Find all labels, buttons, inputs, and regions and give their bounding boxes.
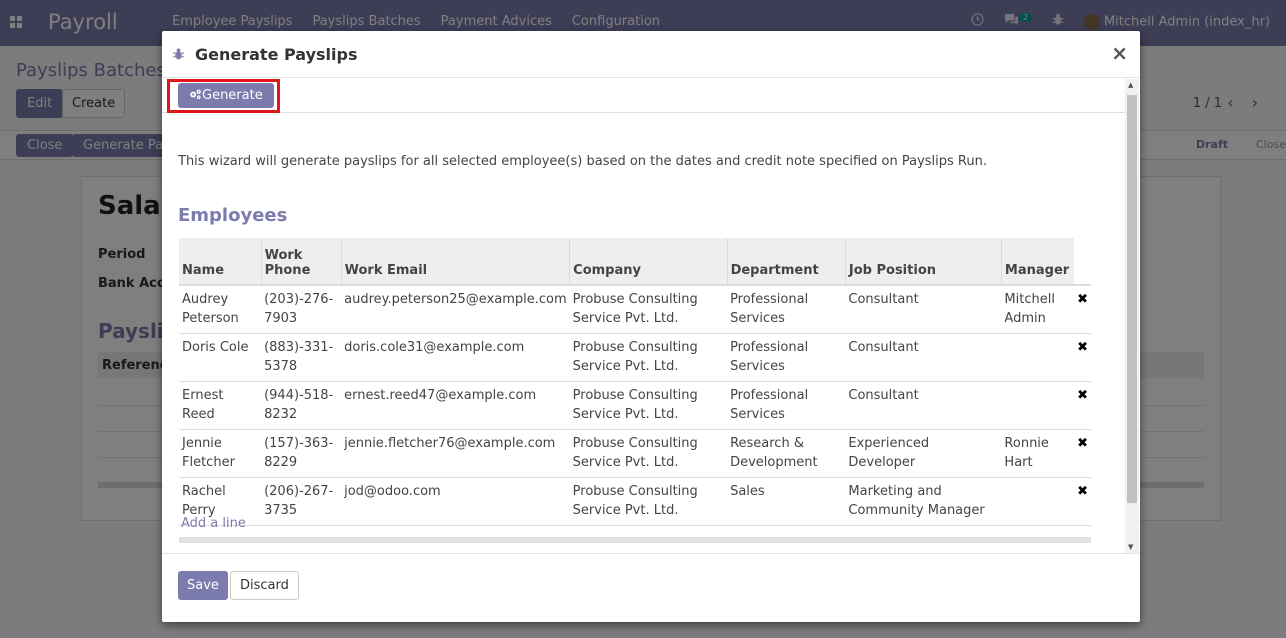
employees-table: Name Work Phone Work Email Company Depar… [179,238,1091,526]
modal-title: Generate Payslips [195,45,358,64]
delete-row-icon[interactable]: ✖ [1074,477,1091,526]
cell-department[interactable]: Professional Services [727,285,846,334]
cell-manager[interactable]: Mitchell Admin [1001,285,1075,334]
col-delete [1074,238,1091,286]
scroll-up-icon[interactable]: ▲ [1128,81,1133,89]
cell-email[interactable]: jod@odoo.com [341,477,570,526]
generate-payslips-dialog: Generate Payslips × Generate This wizard… [162,31,1140,622]
modal-body: Generate This wizard will generate paysl… [162,79,1140,553]
cell-manager[interactable] [1001,333,1075,382]
col-work-email[interactable]: Work Email [340,238,570,286]
cell-job[interactable]: Marketing and Community Manager [845,477,1002,526]
table-row[interactable]: Ernest Reed (944)-518-8232 ernest.reed47… [179,381,1091,430]
cell-manager[interactable]: Ronnie Hart [1001,429,1075,478]
cell-department[interactable]: Professional Services [727,381,846,430]
cell-department[interactable]: Professional Services [727,333,846,382]
cell-email[interactable]: jennie.fletcher76@example.com [341,429,570,478]
table-row[interactable]: Audrey Peterson (203)-276-7903 audrey.pe… [179,285,1091,334]
cell-email[interactable]: ernest.reed47@example.com [341,381,570,430]
modal-header: Generate Payslips × [162,31,1140,78]
close-icon[interactable]: × [1111,41,1128,65]
wizard-header: Generate [162,79,1125,113]
cell-phone[interactable]: (203)-276-7903 [261,285,342,334]
cell-name[interactable]: Jennie Fletcher [179,429,262,478]
table-row[interactable]: Jennie Fletcher (157)-363-8229 jennie.fl… [179,429,1091,478]
col-work-phone[interactable]: Work Phone [260,238,342,286]
cell-job[interactable]: Experienced Developer [845,429,1002,478]
cell-name[interactable]: Ernest Reed [179,381,262,430]
cell-name[interactable]: Doris Cole [179,333,262,382]
cell-company[interactable]: Probuse Consulting Service Pvt. Ltd. [569,285,728,334]
table-row[interactable]: Rachel Perry (206)-267-3735 jod@odoo.com… [179,477,1091,526]
col-company[interactable]: Company [569,238,728,286]
cell-email[interactable]: audrey.peterson25@example.com [341,285,570,334]
generate-label: Generate [202,88,263,103]
modal-scrollbar[interactable]: ▲ ▼ [1125,79,1139,553]
cell-phone[interactable]: (206)-267-3735 [261,477,342,526]
delete-row-icon[interactable]: ✖ [1074,381,1091,430]
gears-icon [190,89,201,100]
cell-email[interactable]: doris.cole31@example.com [341,333,570,382]
cell-job[interactable]: Consultant [845,285,1002,334]
employees-section-title: Employees [178,205,288,226]
cell-job[interactable]: Consultant [845,381,1002,430]
table-header-row: Name Work Phone Work Email Company Depar… [179,238,1091,286]
cell-phone[interactable]: (944)-518-8232 [261,381,342,430]
col-name[interactable]: Name [179,238,262,286]
cell-company[interactable]: Probuse Consulting Service Pvt. Ltd. [569,429,728,478]
cell-company[interactable]: Probuse Consulting Service Pvt. Ltd. [569,477,728,526]
col-department[interactable]: Department [726,238,846,286]
delete-row-icon[interactable]: ✖ [1074,333,1091,382]
wizard-description: This wizard will generate payslips for a… [178,154,987,169]
delete-row-icon[interactable]: ✖ [1074,285,1091,334]
add-line-link[interactable]: Add a line [181,516,246,531]
col-manager[interactable]: Manager [1000,238,1075,286]
generate-button[interactable]: Generate [178,83,274,108]
col-job-position[interactable]: Job Position [844,238,1002,286]
scrollbar-thumb[interactable] [1127,95,1137,503]
cell-company[interactable]: Probuse Consulting Service Pvt. Ltd. [569,333,728,382]
cell-manager[interactable] [1001,381,1075,430]
table-footer [179,537,1091,543]
cell-department[interactable]: Research & Development [727,429,846,478]
scroll-down-icon[interactable]: ▼ [1128,543,1133,551]
cell-company[interactable]: Probuse Consulting Service Pvt. Ltd. [569,381,728,430]
delete-row-icon[interactable]: ✖ [1074,429,1091,478]
cell-department[interactable]: Sales [727,477,846,526]
cell-phone[interactable]: (157)-363-8229 [261,429,342,478]
cell-phone[interactable]: (883)-331-5378 [261,333,342,382]
discard-button[interactable]: Discard [230,571,299,600]
modal-footer: Save Discard [162,553,1140,622]
bug-icon [173,48,184,60]
table-row[interactable]: Doris Cole (883)-331-5378 doris.cole31@e… [179,333,1091,382]
save-button[interactable]: Save [178,571,228,600]
cell-manager[interactable] [1001,477,1075,526]
cell-job[interactable]: Consultant [845,333,1002,382]
cell-name[interactable]: Audrey Peterson [179,285,262,334]
